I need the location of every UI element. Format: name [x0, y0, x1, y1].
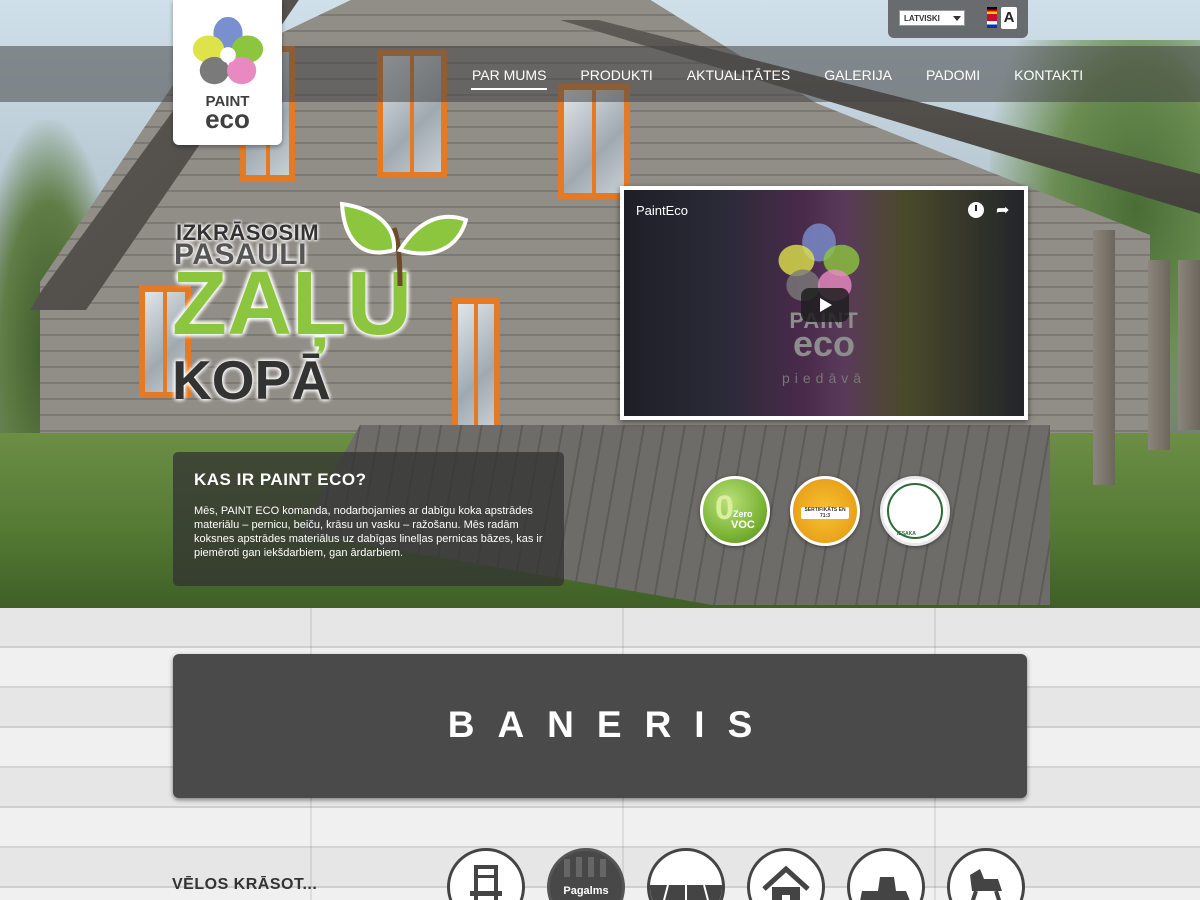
floor-icon — [650, 884, 722, 900]
slogan-line4: KOPĀ — [172, 349, 331, 411]
german-flag-icon[interactable] — [987, 7, 997, 14]
plane-tool-icon — [860, 877, 910, 900]
porch-post — [1148, 260, 1170, 450]
porch-post — [1178, 260, 1200, 430]
video-player[interactable]: PaintEco ➦ PAINT eco piedāvā — [620, 186, 1028, 420]
flag-icons[interactable] — [987, 7, 997, 29]
logo-text-line2: eco — [205, 104, 250, 134]
banner-placeholder[interactable]: BANERIS — [173, 654, 1027, 798]
main-menu: PAR MUMS PRODUKTI AKTUALITĀTES GALERIJA … — [455, 46, 1100, 102]
play-button[interactable] — [801, 288, 849, 322]
badge-allergy-text: IESAKA — [897, 531, 916, 537]
porch-post — [1093, 230, 1115, 485]
flower-logo-icon — [192, 16, 264, 85]
nav-item-galerija[interactable]: GALERIJA — [807, 46, 909, 102]
chevron-down-icon — [953, 16, 961, 21]
badge-voc-line1: Zero — [733, 509, 753, 519]
about-box: KAS IR PAINT ECO? Mēs, PAINT ECO komanda… — [173, 452, 564, 586]
chair-icon — [470, 865, 502, 900]
about-title: KAS IR PAINT ECO? — [194, 470, 367, 489]
video-subtitle: piedāvā — [781, 370, 867, 386]
nav-item-produkti[interactable]: PRODUKTI — [563, 46, 669, 102]
nav-item-padomi[interactable]: PADOMI — [909, 46, 997, 102]
language-select-value: LATVISKI — [904, 14, 940, 23]
house-icon — [762, 865, 810, 900]
share-icon[interactable]: ➦ — [996, 200, 1009, 220]
watch-later-icon[interactable] — [968, 202, 984, 218]
rocking-horse-icon — [970, 869, 1002, 900]
language-select[interactable]: LATVISKI — [899, 10, 965, 26]
about-text: Mēs, PAINT ECO komanda, nodarbojamies ar… — [194, 505, 543, 559]
nav-item-aktualitates[interactable]: AKTUALITĀTES — [670, 46, 807, 102]
leaves-icon — [340, 201, 468, 287]
nav-item-kontakti[interactable]: KONTAKTI — [997, 46, 1100, 102]
banner-text: BANERIS — [447, 704, 776, 745]
category-yard-label: Pagalms — [563, 885, 609, 897]
certificate-badge: SERTIFIKĀTS EN 71:3 — [790, 476, 860, 546]
zero-voc-badge: 0 Zero VOC — [700, 476, 770, 546]
badge-cert-text: SERTIFIKĀTS EN 71:3 — [801, 507, 849, 519]
video-brand-line2: eco — [792, 323, 856, 364]
font-size-icon[interactable]: A — [1001, 7, 1017, 29]
nav-item-par-mums[interactable]: PAR MUMS — [455, 46, 563, 102]
badge-voc-line2: VOC — [731, 519, 755, 531]
allergy-association-badge: IESAKA — [880, 476, 950, 546]
logo[interactable]: PAINT eco — [173, 0, 282, 145]
english-flag-icon[interactable] — [987, 21, 997, 28]
paint-category-label: VĒLOS KRĀSOT... — [172, 876, 318, 893]
video-title[interactable]: PaintEco — [636, 203, 688, 218]
language-panel: LATVISKI A — [888, 0, 1028, 38]
latvian-flag-icon[interactable] — [987, 14, 997, 21]
